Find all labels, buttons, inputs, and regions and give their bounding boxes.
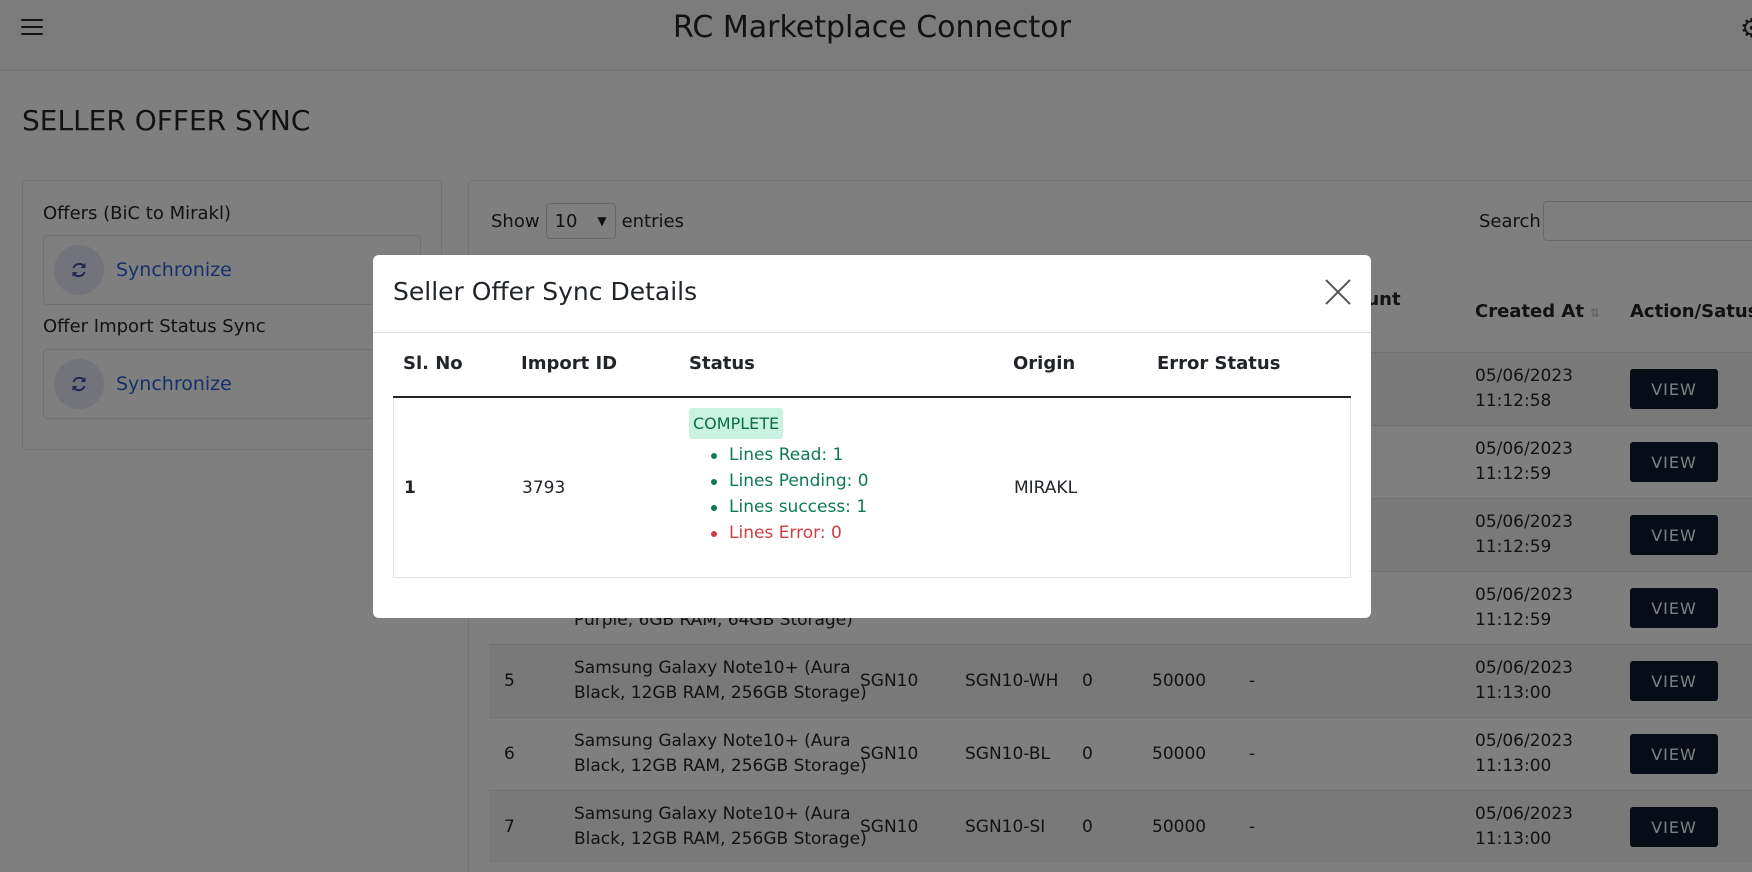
column-header-origin: Origin: [1013, 353, 1076, 374]
lines-pending-item: Lines Pending: 0: [711, 468, 869, 494]
status-lines-list: Lines Read: 1 Lines Pending: 0 Lines suc…: [711, 442, 869, 546]
column-header-error-status: Error Status: [1157, 353, 1281, 374]
status-badge: COMPLETE: [689, 408, 784, 439]
table-row: 1 3793 COMPLETE Lines Read: 1 Lines Pend…: [393, 398, 1351, 578]
column-header-import-id: Import ID: [521, 353, 618, 374]
sl-no-cell: 1: [404, 478, 416, 498]
close-icon[interactable]: [1323, 277, 1353, 307]
import-id-cell: 3793: [522, 478, 566, 498]
lines-error-item: Lines Error: 0: [711, 520, 869, 546]
column-header-sl-no: Sl. No: [403, 353, 463, 374]
sync-details-modal: Seller Offer Sync Details Sl. No Import …: [373, 255, 1371, 618]
origin-cell: MIRAKL: [1014, 478, 1078, 498]
modal-title: Seller Offer Sync Details: [393, 277, 698, 306]
modal-header: Seller Offer Sync Details: [373, 255, 1371, 333]
column-header-status: Status: [689, 353, 755, 374]
lines-read-item: Lines Read: 1: [711, 442, 869, 468]
lines-success-item: Lines success: 1: [711, 494, 869, 520]
